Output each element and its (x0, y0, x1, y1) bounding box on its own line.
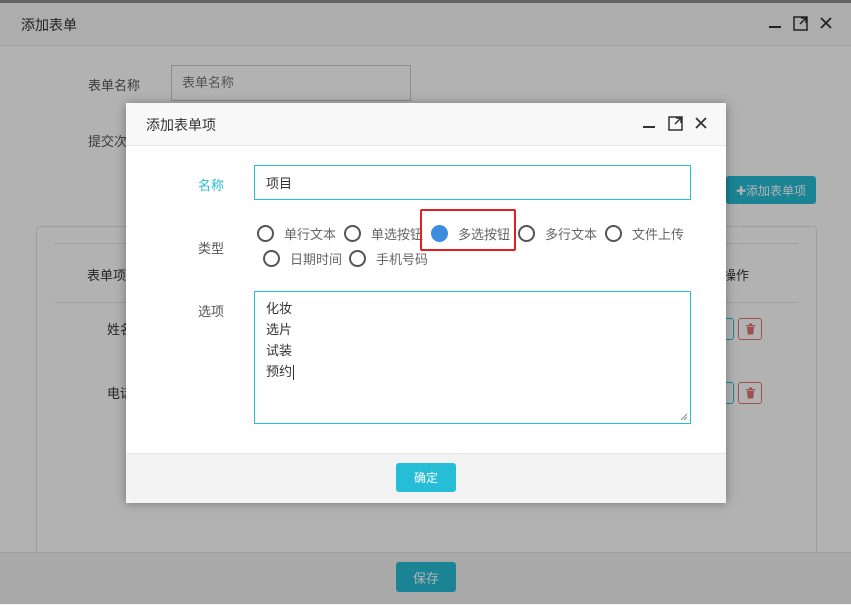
options-textarea[interactable]: 化妆 选片 试装 预约 (254, 291, 691, 424)
radio-date-time[interactable]: 日期时间 (263, 249, 342, 268)
radio-circle-icon (605, 225, 622, 242)
option-line: 化妆 (266, 302, 293, 317)
radio-selected-icon (431, 225, 448, 242)
name-label: 名称 (198, 179, 225, 194)
minimize-icon[interactable] (640, 113, 658, 133)
options-label: 选项 (198, 305, 225, 320)
radio-circle-icon (349, 250, 366, 267)
radio-label: 单行文本 (284, 228, 337, 243)
radio-single-line-text[interactable]: 单行文本 (257, 224, 336, 243)
maximize-icon[interactable] (666, 113, 684, 133)
radio-label: 多选按钮 (458, 228, 511, 243)
name-input[interactable] (254, 165, 691, 200)
confirm-button[interactable]: 确定 (396, 463, 456, 492)
radio-label: 手机号码 (376, 253, 429, 268)
radio-multi-line-text[interactable]: 多行文本 (518, 224, 597, 243)
option-line: 试装 (266, 344, 293, 359)
radio-phone-number[interactable]: 手机号码 (349, 249, 428, 268)
radio-single-choice[interactable]: 单选按钮 (344, 224, 423, 243)
add-form-item-dialog: 添加表单项 名称 类型 单行文本 单选按钮 多选按钮 多行文本 文件上传 日期时… (126, 103, 726, 503)
radio-label: 多行文本 (545, 228, 598, 243)
option-line: 选片 (266, 323, 293, 338)
radio-label: 日期时间 (290, 253, 343, 268)
radio-circle-icon (263, 250, 280, 267)
resize-handle-icon[interactable] (680, 413, 688, 421)
type-label: 类型 (198, 242, 225, 257)
dialog-header: 添加表单项 (126, 103, 726, 146)
radio-label: 文件上传 (632, 228, 685, 243)
close-icon[interactable] (692, 113, 710, 133)
radio-circle-icon (518, 225, 535, 242)
radio-label: 单选按钮 (371, 228, 424, 243)
dialog-title: 添加表单项 (146, 118, 216, 134)
option-line-last: 预约 (266, 361, 295, 380)
radio-circle-icon (257, 225, 274, 242)
radio-file-upload[interactable]: 文件上传 (605, 224, 684, 243)
radio-multiple-choice[interactable]: 多选按钮 (431, 224, 510, 243)
radio-circle-icon (344, 225, 361, 242)
text-cursor (293, 365, 295, 380)
option-text: 预约 (266, 365, 293, 380)
